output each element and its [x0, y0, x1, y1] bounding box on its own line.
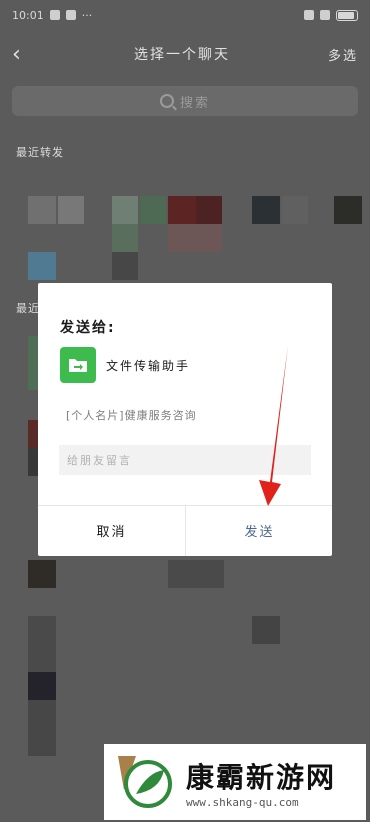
page-title: 选择一个聊天 — [133, 47, 230, 63]
chat-avatar[interactable] — [28, 672, 56, 700]
more-notifications-icon: ··· — [81, 8, 93, 22]
recent-avatar[interactable] — [196, 196, 222, 224]
watermark-logo-icon — [118, 756, 172, 808]
chat-avatar[interactable] — [28, 700, 56, 756]
app-notification-icon — [49, 10, 60, 20]
recent-avatar[interactable] — [168, 224, 222, 252]
status-left: 10:01 ··· — [12, 9, 92, 22]
watermark-title: 康霸新游网 — [186, 760, 337, 794]
file-transfer-icon — [60, 347, 96, 383]
send-button[interactable]: 发送 — [186, 505, 333, 556]
status-bar: 10:01 ··· — [0, 0, 370, 30]
recent-avatar[interactable] — [28, 196, 56, 224]
recent-avatar[interactable] — [334, 196, 362, 224]
recent-avatar[interactable] — [282, 196, 308, 224]
dialog-title: 发送给: — [60, 320, 116, 336]
search-icon — [159, 94, 174, 108]
section-recent-forward: 最近转发 — [16, 146, 64, 159]
search-placeholder: 搜索 — [179, 95, 210, 111]
recipient-row: 文件传输助手 — [60, 347, 190, 383]
multi-select-button[interactable]: 多选 — [328, 45, 358, 64]
status-right — [304, 9, 358, 21]
watermark: 康霸新游网 www.shkang-qu.com — [104, 744, 366, 820]
chat-avatar[interactable] — [252, 616, 280, 644]
recipient-name: 文件传输助手 — [106, 358, 191, 373]
recent-avatar[interactable] — [168, 196, 196, 224]
wifi-icon — [320, 10, 330, 20]
recent-avatar[interactable] — [112, 224, 138, 252]
nav-bar: ‹ 选择一个聊天 多选 — [0, 38, 370, 70]
signal-icon — [304, 10, 314, 20]
search-bar[interactable]: 搜索 — [12, 86, 358, 116]
chat-avatar[interactable] — [28, 616, 56, 672]
app-notification-icon — [65, 10, 76, 20]
section-recent-chats: 最近 — [16, 302, 40, 315]
message-input[interactable] — [59, 445, 311, 475]
battery-icon — [336, 9, 358, 21]
recent-avatar[interactable] — [252, 196, 280, 224]
recent-avatar[interactable] — [58, 196, 84, 224]
recent-avatar[interactable] — [112, 252, 138, 280]
recent-avatar[interactable] — [28, 252, 56, 280]
chat-avatar[interactable] — [168, 560, 224, 588]
recent-avatar[interactable] — [140, 196, 166, 224]
back-arrow-icon[interactable]: ‹ — [12, 42, 36, 67]
chat-avatar[interactable] — [28, 560, 56, 588]
send-to-dialog: 发送给: 文件传输助手 [个人名片]健康服务咨询 取消 发送 — [38, 283, 332, 556]
watermark-url: www.shkang-qu.com — [186, 795, 299, 809]
recent-avatar[interactable] — [112, 196, 138, 224]
clock: 10:01 — [12, 8, 44, 22]
shared-card-preview: [个人名片]健康服务咨询 — [66, 409, 197, 422]
cancel-button[interactable]: 取消 — [38, 505, 185, 556]
